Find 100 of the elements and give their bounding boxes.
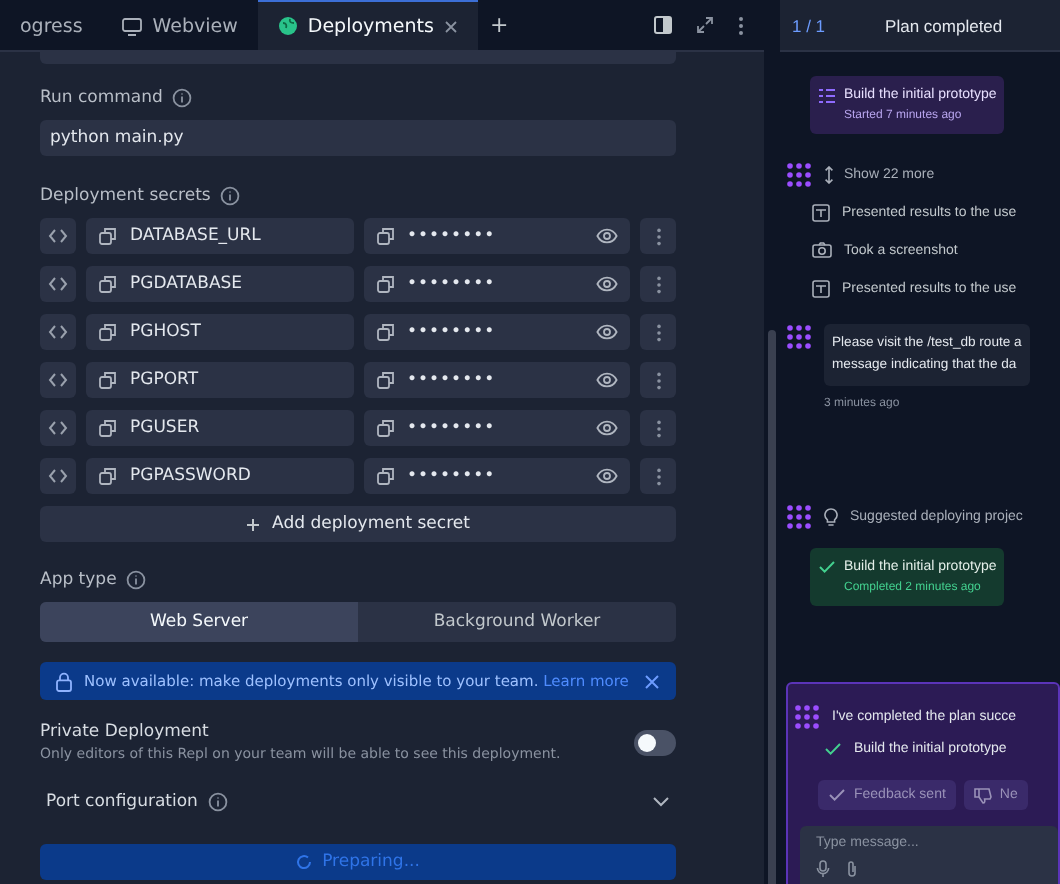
code-toggle-button[interactable] — [40, 218, 76, 254]
more-button[interactable] — [640, 458, 676, 494]
copy-icon[interactable] — [98, 274, 118, 294]
add-secret-button[interactable]: Add deployment secret — [40, 506, 676, 542]
tab[interactable]: ogress — [0, 0, 103, 50]
copy-icon[interactable] — [375, 466, 395, 486]
secret-key-field[interactable]: PGPASSWORD — [86, 458, 353, 494]
secret-key-field[interactable]: PGUSER — [86, 410, 353, 446]
split-view-icon[interactable] — [654, 16, 672, 34]
close-icon[interactable] — [443, 19, 458, 33]
spinner-icon — [296, 854, 313, 870]
secret-key-field[interactable]: PGHOST — [86, 314, 353, 350]
more-button[interactable] — [640, 266, 676, 302]
more-icon[interactable] — [738, 15, 744, 35]
copy-icon[interactable] — [375, 418, 395, 438]
more-icon — [655, 419, 661, 437]
secret-value-field[interactable]: •••••••• — [363, 314, 630, 350]
check-icon — [828, 788, 846, 803]
secret-value-field[interactable]: •••••••• — [363, 266, 630, 302]
new-tab-button[interactable]: + — [477, 0, 521, 50]
code-toggle-button[interactable] — [40, 314, 76, 350]
copy-icon[interactable] — [98, 418, 118, 438]
expand-icon[interactable] — [696, 16, 714, 34]
close-icon[interactable] — [644, 673, 660, 689]
copy-icon[interactable] — [375, 370, 395, 390]
microphone-icon[interactable] — [816, 860, 830, 879]
copy-icon[interactable] — [98, 466, 118, 486]
code-toggle-button[interactable] — [40, 410, 76, 446]
check-icon — [824, 741, 842, 756]
camera-icon — [812, 242, 832, 258]
more-icon — [655, 275, 661, 293]
more-icon — [655, 227, 661, 245]
presentation-icon — [812, 279, 830, 297]
chevron-down-icon[interactable] — [652, 796, 670, 808]
copy-icon[interactable] — [98, 226, 118, 246]
more-button[interactable] — [640, 410, 676, 446]
code-icon — [48, 420, 68, 436]
more-icon — [655, 467, 661, 485]
code-icon — [48, 276, 68, 292]
copy-icon[interactable] — [98, 370, 118, 390]
eye-icon[interactable] — [596, 276, 618, 292]
scrollbar[interactable] — [768, 330, 776, 884]
setting-title: Private Deployment — [40, 722, 211, 742]
presentation-icon — [812, 203, 830, 221]
check-icon — [818, 560, 836, 575]
field-label: Run command — [40, 88, 163, 108]
more-button[interactable] — [640, 362, 676, 398]
copy-icon[interactable] — [375, 322, 395, 342]
tab[interactable]: Webview — [102, 0, 258, 50]
agent-avatar-icon — [794, 703, 820, 730]
code-icon — [48, 228, 68, 244]
section-label: Port configuration — [46, 792, 198, 812]
code-toggle-button[interactable] — [40, 266, 76, 302]
code-toggle-button[interactable] — [40, 458, 76, 494]
section-label: App type — [40, 570, 117, 590]
expand-vertical-icon — [824, 165, 834, 183]
monitor-icon — [122, 17, 143, 35]
eye-icon[interactable] — [596, 324, 618, 340]
copy-icon[interactable] — [98, 322, 118, 342]
lightbulb-icon — [824, 507, 838, 526]
more-button[interactable] — [640, 314, 676, 350]
secret-key-field[interactable]: PGDATABASE — [86, 266, 353, 302]
secret-value-field[interactable]: •••••••• — [363, 218, 630, 254]
eye-icon[interactable] — [596, 372, 618, 388]
globe-icon — [277, 16, 298, 36]
agent-avatar-icon — [786, 161, 812, 187]
copy-icon[interactable] — [375, 274, 395, 294]
code-icon — [48, 468, 68, 484]
tab[interactable]: Deployments — [257, 0, 478, 50]
plan-counter: 1 / 1 — [792, 15, 826, 35]
paperclip-icon[interactable] — [846, 860, 858, 879]
info-icon — [172, 88, 193, 108]
plus-icon — [246, 517, 261, 531]
segment-option[interactable]: Web Server — [40, 602, 358, 642]
toggle-switch[interactable] — [634, 729, 676, 755]
code-toggle-button[interactable] — [40, 362, 76, 398]
lock-icon — [56, 671, 72, 691]
copy-icon[interactable] — [375, 226, 395, 246]
info-icon — [207, 792, 228, 812]
secret-value-field[interactable]: •••••••• — [363, 362, 630, 398]
panel-title: Plan completed — [885, 15, 1003, 35]
secret-value-field[interactable]: •••••••• — [363, 410, 630, 446]
list-icon — [818, 88, 836, 104]
agent-avatar-icon — [786, 324, 812, 350]
agent-avatar-icon — [786, 503, 812, 530]
more-icon — [655, 323, 661, 341]
secret-key-field[interactable]: DATABASE_URL — [86, 218, 353, 254]
eye-icon[interactable] — [596, 228, 618, 244]
info-icon — [220, 186, 241, 206]
run-command-field[interactable]: python main.py — [40, 120, 676, 156]
more-button[interactable] — [640, 218, 676, 254]
thumbs-down-icon — [973, 787, 992, 804]
eye-icon[interactable] — [596, 420, 618, 436]
code-icon — [48, 324, 68, 340]
eye-icon[interactable] — [596, 468, 618, 484]
secret-key-field[interactable]: PGPORT — [86, 362, 353, 398]
section-label: Deployment secrets — [40, 186, 211, 206]
info-icon — [126, 570, 147, 590]
secret-value-field[interactable]: •••••••• — [363, 458, 630, 494]
segment-option[interactable]: Background Worker — [358, 602, 676, 642]
